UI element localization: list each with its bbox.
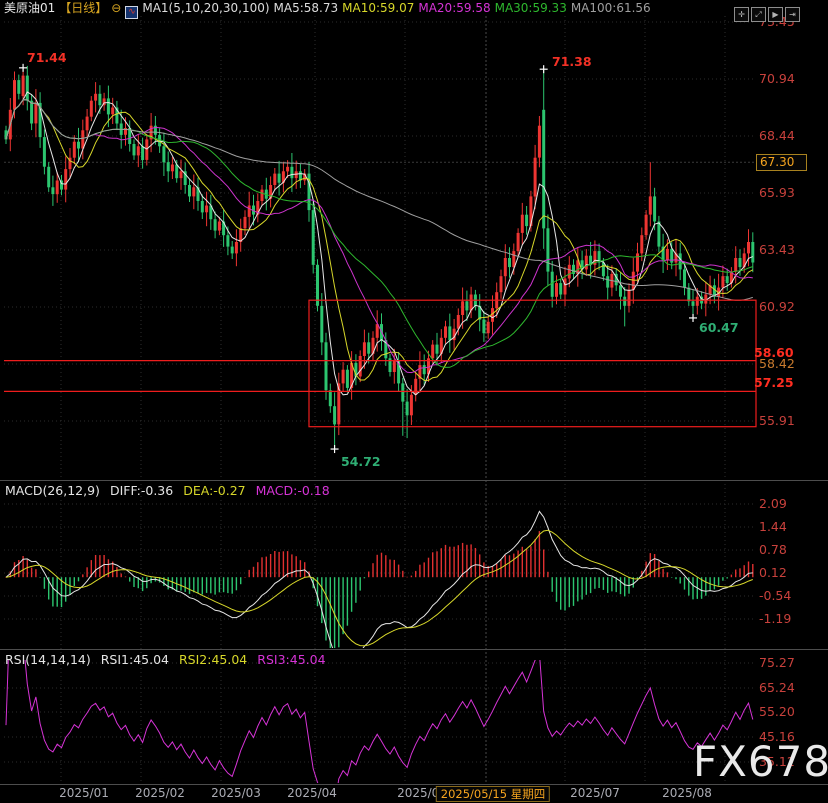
macd-title: MACD(26,12,9): [5, 483, 100, 498]
crosshair-price-label: 67.30: [756, 154, 807, 171]
ma-value-label: MA20:59.58: [418, 1, 490, 15]
macd-axis-tick: -0.54: [759, 588, 791, 603]
price-axis-tick: 63.43: [759, 242, 795, 257]
date-axis-label: 2025/03: [211, 786, 261, 800]
candlestick-chart-area[interactable]: [0, 0, 828, 803]
collapse-icon[interactable]: ⊖: [111, 1, 121, 15]
price-axis-tick: 60.92: [759, 299, 795, 314]
macd-dea-value: DEA:-0.27: [183, 483, 245, 498]
macd-axis-tick: 0.78: [759, 542, 787, 557]
macd-axis-tick: 0.12: [759, 565, 787, 580]
date-axis-label: 2025/08: [662, 786, 712, 800]
chart-type-icon[interactable]: ∿: [125, 6, 138, 19]
ma-value-label: MA5:58.73: [274, 1, 339, 15]
watermark-logo: FX678: [693, 737, 828, 786]
low-marker-label: 54.72: [341, 454, 381, 469]
ma-values: MA5:58.73MA10:59.07 MA20:59.58 MA30:59.33 M…: [274, 1, 655, 15]
price-axis-tick: 65.93: [759, 185, 795, 200]
price-axis-tick: 68.44: [759, 128, 795, 143]
ma-value-label: MA10:59.07: [342, 1, 414, 15]
high-marker-label: 71.38: [552, 54, 592, 69]
ma-settings: MA1(5,10,20,30,100): [142, 1, 269, 15]
date-axis-label: 2025/01: [59, 786, 109, 800]
chart-window: 美原油01【日线】⊖∿MA1(5,10,20,30,100)MA5:58.73M…: [0, 0, 828, 803]
date-axis-label: 2025/07: [570, 786, 620, 800]
price-axis-tick: 55.91: [759, 413, 795, 428]
macd-axis-tick: 1.44: [759, 519, 787, 534]
rsi-title: RSI(14,14,14): [5, 652, 91, 667]
axis-zoom-icon[interactable]: ⤢: [751, 7, 766, 22]
date-axis-label: 2025/02: [135, 786, 185, 800]
macd-axis-tick: 2.09: [759, 496, 787, 511]
macd-diff-value: DIFF:-0.36: [110, 483, 173, 498]
rsi1-value: RSI1:45.04: [101, 652, 169, 667]
ma-value-label: MA100:61.56: [571, 1, 651, 15]
price-axis-tick: 70.94: [759, 71, 795, 86]
rsi-axis-tick: 65.24: [759, 680, 795, 695]
support-level-label: 57.25: [754, 375, 794, 390]
ma-value-label: MA30:59.33: [495, 1, 567, 15]
period-label: 【日线】: [59, 1, 107, 15]
support-level-label: 58.60: [754, 345, 794, 360]
chart-toolbar: ✛⤢▶⇥: [734, 2, 802, 22]
macd-header: MACD(26,12,9) DIFF:-0.36 DEA:-0.27 MACD:-0.…: [5, 483, 340, 498]
low-marker-label: 60.47: [699, 320, 739, 335]
crosshair-date-label: 2025/05/15 星期四: [436, 786, 550, 802]
macd-macd-value: MACD:-0.18: [256, 483, 330, 498]
playback-icon[interactable]: ▶: [768, 7, 783, 22]
rsi3-value: RSI3:45.04: [257, 652, 325, 667]
date-axis-label: 2025/04: [287, 786, 337, 800]
rsi-header: RSI(14,14,14) RSI1:45.04 RSI2:45.04 RSI3:45…: [5, 652, 336, 667]
rsi-axis-tick: 55.20: [759, 704, 795, 719]
symbol-name: 美原油01: [4, 1, 55, 15]
rsi2-value: RSI2:45.04: [179, 652, 247, 667]
high-marker-label: 71.44: [27, 50, 67, 65]
jump-latest-icon[interactable]: ⇥: [785, 7, 800, 22]
rsi-axis-tick: 75.27: [759, 655, 795, 670]
pan-tool-icon[interactable]: ✛: [734, 7, 749, 22]
macd-axis-tick: -1.19: [759, 611, 791, 626]
chart-header: 美原油01【日线】⊖∿MA1(5,10,20,30,100)MA5:58.73M…: [4, 1, 659, 16]
